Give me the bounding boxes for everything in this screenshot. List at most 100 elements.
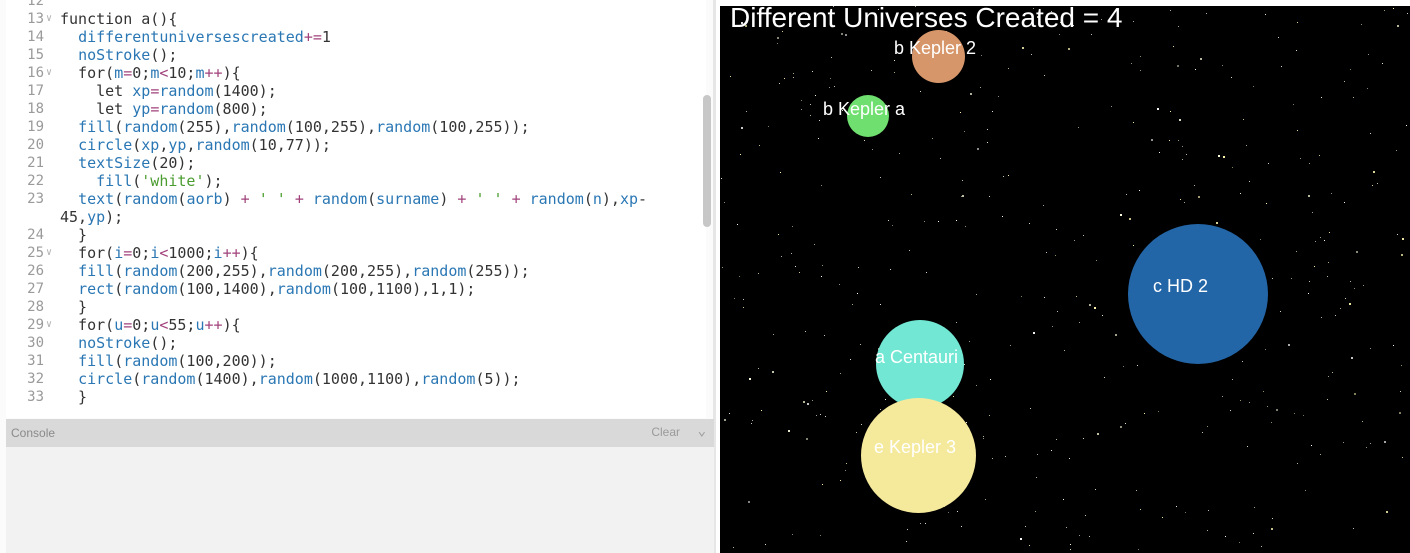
code-line[interactable]: 18 let yp=random(800); — [6, 100, 706, 118]
fold-chevron-icon[interactable]: ∨ — [46, 64, 52, 82]
star — [961, 526, 962, 527]
code-text: for(m=0;m<10;m++){ — [60, 64, 241, 82]
star — [1223, 156, 1225, 158]
code-line[interactable]: 19 fill(random(255),random(100,255),rand… — [6, 118, 706, 136]
clear-console-button[interactable]: Clear — [651, 425, 680, 439]
code-line[interactable]: 29 ∨ for(u=0;u<55;u++){ — [6, 316, 706, 334]
fold-chevron-icon[interactable]: ∨ — [46, 316, 52, 334]
star — [1246, 145, 1247, 146]
star — [1231, 77, 1232, 78]
code-line[interactable]: 28 } — [6, 298, 706, 316]
star — [810, 115, 811, 116]
star — [1249, 181, 1250, 182]
star — [1010, 345, 1011, 346]
star — [840, 480, 841, 481]
star — [791, 253, 792, 254]
star — [758, 368, 759, 369]
code-line[interactable]: 26 fill(random(200,255),random(200,255),… — [6, 262, 706, 280]
star — [1083, 235, 1084, 236]
star — [1126, 194, 1127, 195]
line-number: 21 — [27, 155, 44, 171]
line-number: 14 — [27, 29, 44, 45]
code-line[interactable]: 20 circle(xp,yp,random(10,77)); — [6, 136, 706, 154]
star — [729, 413, 730, 414]
code-line[interactable]: 27 rect(random(100,1400),random(100,1100… — [6, 280, 706, 298]
code-line[interactable]: 25 ∨ for(i=0;i<1000;i++){ — [6, 244, 706, 262]
code-line[interactable]: 22 fill('white'); — [6, 172, 706, 190]
code-line[interactable]: 32 circle(random(1400),random(1000,1100)… — [6, 370, 706, 388]
code-text: 45,yp); — [60, 208, 124, 226]
star — [792, 226, 793, 227]
code-line[interactable]: 16 ∨ for(m=0;m<10;m++){ — [6, 64, 706, 82]
star — [1089, 304, 1091, 306]
star — [1131, 63, 1132, 64]
star — [890, 269, 891, 270]
star — [990, 379, 991, 380]
chevron-down-icon[interactable]: ⌄ — [698, 423, 706, 439]
star — [1158, 411, 1159, 412]
code-line[interactable]: 12 — [6, 0, 706, 10]
star — [1291, 278, 1292, 279]
star — [1097, 433, 1099, 435]
star — [801, 109, 802, 110]
code-text: for(i=0;i<1000;i++){ — [60, 244, 259, 262]
fold-chevron-icon[interactable]: ∨ — [46, 10, 52, 28]
star — [1222, 396, 1223, 397]
star — [1178, 140, 1179, 141]
star — [1267, 406, 1268, 407]
star — [1008, 68, 1009, 69]
star — [1002, 216, 1003, 217]
code-line[interactable]: 23 text(random(aorb) + ' ' + random(surn… — [6, 190, 706, 208]
star — [1350, 69, 1351, 70]
code-line[interactable]: 31 fill(random(100,200)); — [6, 352, 706, 370]
star — [1353, 97, 1354, 98]
star — [1194, 185, 1195, 186]
star — [976, 294, 977, 295]
star — [1253, 86, 1254, 87]
star — [1079, 535, 1080, 536]
star — [920, 91, 921, 92]
star — [1052, 326, 1053, 327]
star — [840, 373, 841, 374]
code-line[interactable]: 24 } — [6, 226, 706, 244]
line-number: 22 — [27, 173, 44, 189]
star — [806, 438, 808, 440]
star — [880, 304, 881, 305]
star — [1035, 511, 1036, 512]
code-line[interactable]: 33 } — [6, 388, 706, 406]
code-text: rect(random(100,1400),random(100,1100),1… — [78, 280, 476, 298]
code-text: noStroke(); — [78, 46, 178, 64]
star — [1239, 542, 1240, 543]
code-line[interactable]: 15 noStroke(); — [6, 46, 706, 64]
star — [751, 423, 752, 424]
code-editor[interactable]: 12 13 ∨ function a(){14 differentuniversesc… — [6, 0, 706, 418]
star — [1044, 75, 1045, 76]
star — [1070, 544, 1071, 545]
code-line[interactable]: 30 noStroke(); — [6, 334, 706, 352]
star — [872, 149, 873, 150]
code-line[interactable]: 13 ∨ function a(){ — [6, 10, 706, 28]
star — [1268, 163, 1269, 164]
star — [1133, 122, 1134, 123]
star — [1207, 426, 1208, 427]
star — [962, 180, 963, 181]
star — [1162, 517, 1163, 518]
code-line[interactable]: 14 differentuniversescreated+=1 — [6, 28, 706, 46]
star — [1367, 88, 1368, 89]
star — [737, 224, 738, 225]
star — [888, 220, 889, 221]
star — [1278, 37, 1279, 38]
code-text: fill(random(200,255),random(200,255),ran… — [78, 262, 530, 280]
fold-chevron-icon[interactable]: ∨ — [46, 244, 52, 262]
star — [1230, 410, 1231, 411]
star — [871, 70, 872, 71]
code-line[interactable]: 17 let xp=random(1400); — [6, 82, 706, 100]
editor-scrollbar[interactable] — [703, 95, 711, 227]
star — [1305, 490, 1306, 491]
code-line[interactable]: 21 textSize(20); — [6, 154, 706, 172]
star — [1363, 285, 1364, 286]
code-line[interactable]: 45,yp); — [6, 208, 706, 226]
code-text: fill(random(100,200)); — [78, 352, 277, 370]
star — [1133, 245, 1134, 246]
star — [1373, 171, 1375, 173]
